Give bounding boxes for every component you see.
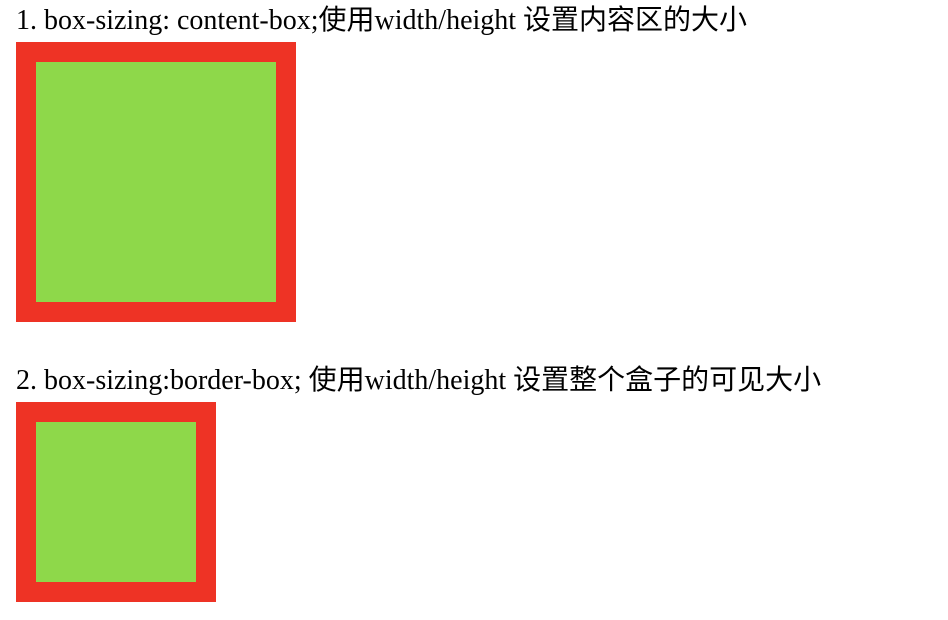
example-2-heading: 2. box-sizing:border-box; 使用width/height… — [16, 365, 822, 396]
content-box-demo — [16, 42, 296, 322]
border-box-demo — [16, 402, 216, 602]
example-1-heading: 1. box-sizing: content-box;使用width/heigh… — [16, 5, 748, 36]
